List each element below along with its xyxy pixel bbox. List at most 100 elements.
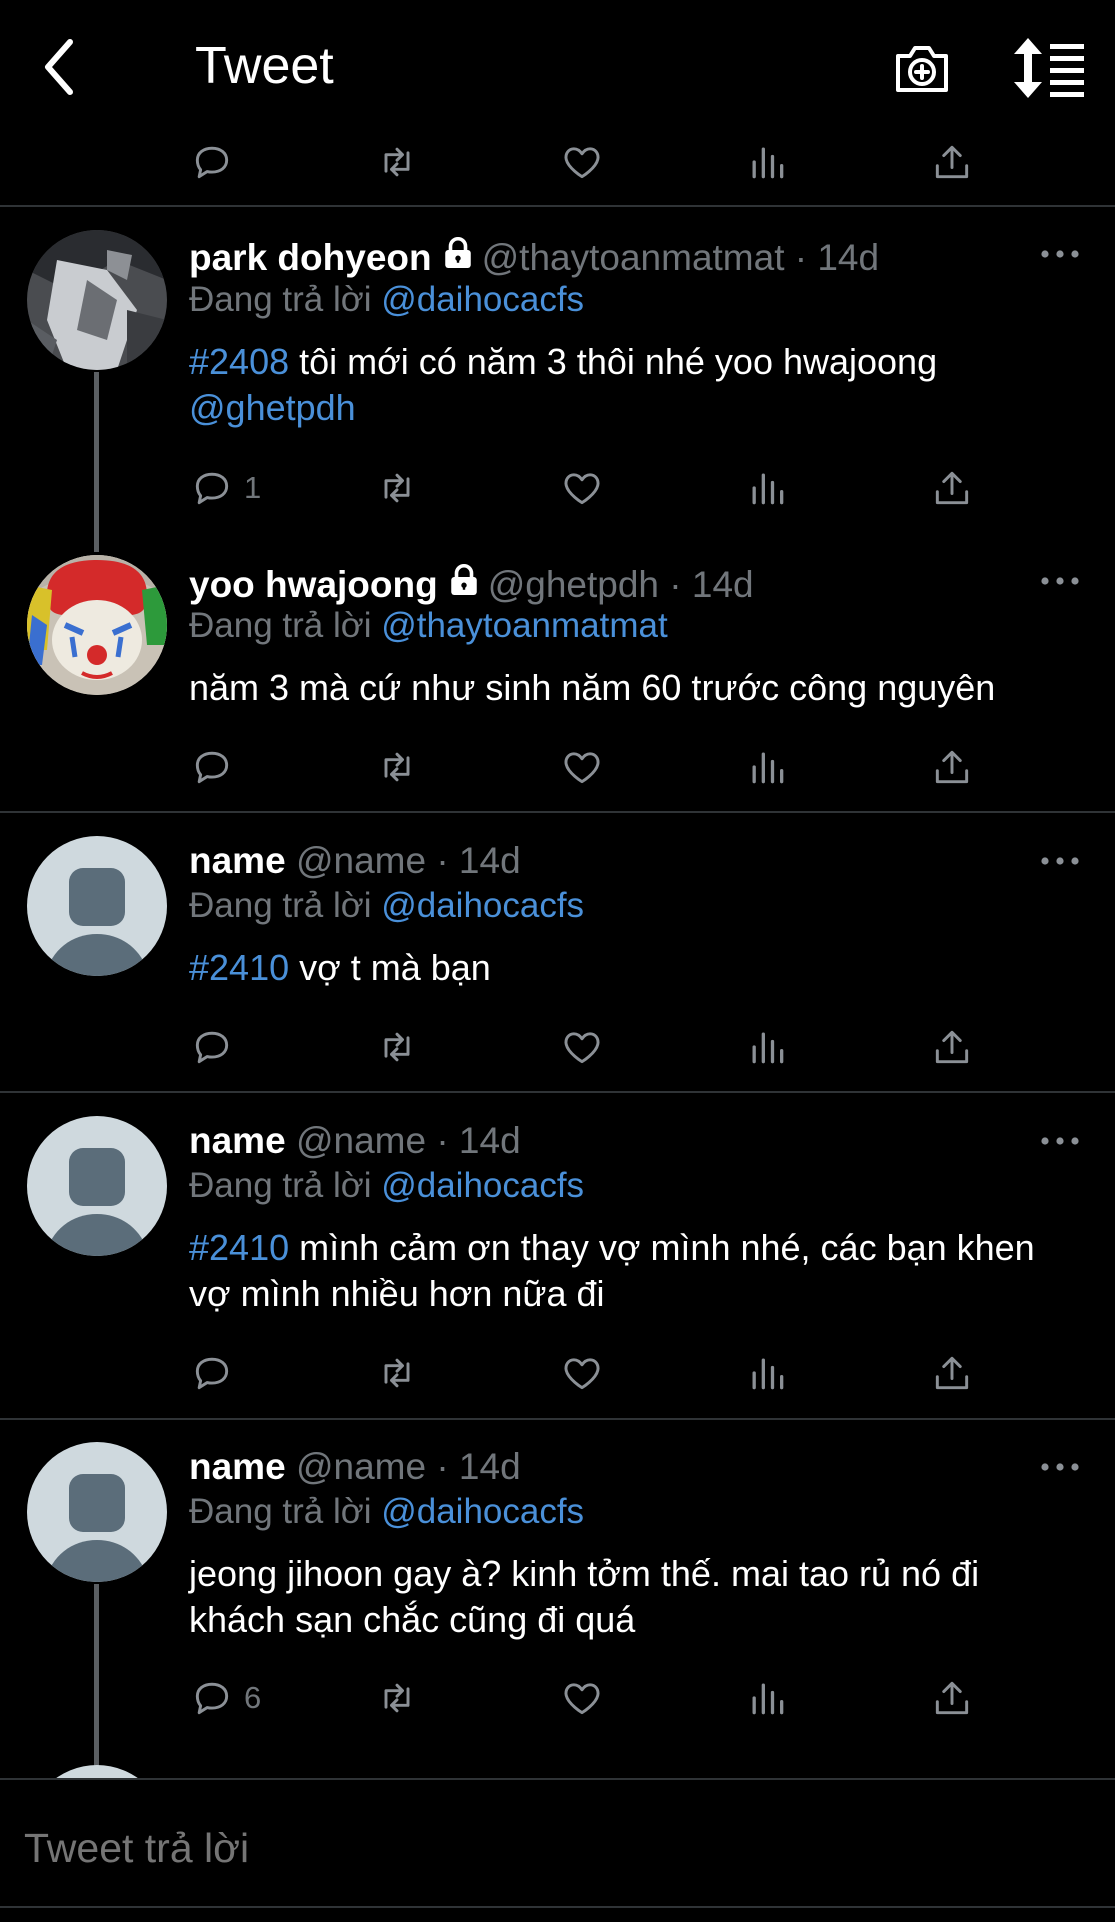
more-icon[interactable]: [1040, 851, 1080, 871]
mention[interactable]: @ghetpdh: [189, 387, 356, 428]
share-button[interactable]: [930, 1668, 974, 1728]
handle-time: @name · 14d: [295, 1120, 521, 1161]
retweet-button[interactable]: [375, 737, 419, 797]
display-name[interactable]: name: [189, 1120, 286, 1161]
sort-icon[interactable]: [1010, 36, 1086, 100]
retweet-icon: [375, 466, 419, 510]
tweet-text: #2410 vợ t mà bạn: [189, 945, 1079, 991]
tweet-header: park dohyeon @thaytoanmatmat · 14d: [189, 234, 879, 279]
reply-icon: [190, 1351, 234, 1395]
reply-button[interactable]: [190, 1017, 234, 1077]
share-icon: [930, 140, 974, 184]
more-icon[interactable]: [1040, 1131, 1080, 1151]
like-icon: [560, 745, 604, 789]
replying-to-mention[interactable]: @thaytoanmatmat: [381, 606, 668, 645]
like-icon: [560, 1351, 604, 1395]
like-icon: [560, 1676, 604, 1720]
replying-to-mention[interactable]: @daihocacfs: [381, 280, 584, 319]
views-button[interactable]: [745, 1017, 789, 1077]
retweet-icon: [375, 1351, 419, 1395]
replying-to-mention[interactable]: @daihocacfs: [381, 1492, 584, 1531]
divider: [0, 1418, 1115, 1420]
views-icon: [745, 745, 789, 789]
camera-plus-icon[interactable]: [890, 36, 954, 100]
reply-input[interactable]: [22, 1820, 1086, 1877]
replying-to: Đang trả lời @daihocacfs: [189, 280, 584, 320]
like-button[interactable]: [560, 1668, 604, 1728]
tweet-text: năm 3 mà cứ như sinh năm 60 trước công n…: [189, 665, 1079, 711]
like-button[interactable]: [560, 132, 604, 192]
lock-icon: [446, 561, 482, 599]
replying-to-mention[interactable]: @daihocacfs: [381, 886, 584, 925]
replying-to-mention[interactable]: @daihocacfs: [381, 1166, 584, 1205]
avatar[interactable]: [27, 1442, 167, 1582]
like-button[interactable]: [560, 1343, 604, 1403]
share-button[interactable]: [930, 1343, 974, 1403]
replying-to: Đang trả lời @thaytoanmatmat: [189, 606, 668, 646]
like-button[interactable]: [560, 458, 604, 518]
views-button[interactable]: [745, 458, 789, 518]
hashtag[interactable]: #2410: [189, 947, 289, 988]
share-icon: [930, 745, 974, 789]
tweet-actions: [0, 1343, 1115, 1403]
reply-count: 1: [244, 470, 262, 505]
views-icon: [745, 466, 789, 510]
avatar[interactable]: [27, 836, 167, 976]
views-button[interactable]: [745, 1343, 789, 1403]
like-button[interactable]: [560, 1017, 604, 1077]
share-icon: [930, 1676, 974, 1720]
retweet-button[interactable]: [375, 1668, 419, 1728]
retweet-button[interactable]: [375, 1343, 419, 1403]
avatar[interactable]: [27, 1116, 167, 1256]
divider: [0, 811, 1115, 813]
reply-button[interactable]: [190, 1343, 234, 1403]
share-button[interactable]: [930, 1017, 974, 1077]
display-name[interactable]: name: [189, 1446, 286, 1487]
retweet-button[interactable]: [375, 458, 419, 518]
replying-label: Đang trả lời: [189, 280, 372, 319]
hashtag[interactable]: #2408: [189, 341, 289, 382]
replying-label: Đang trả lời: [189, 606, 372, 645]
replying-to: Đang trả lời @daihocacfs: [189, 1166, 584, 1206]
retweet-button[interactable]: [375, 132, 419, 192]
reply-button[interactable]: [190, 737, 234, 797]
like-button[interactable]: [560, 737, 604, 797]
lock-icon: [440, 234, 476, 272]
tweet-header: name @name · 14d: [189, 1120, 521, 1162]
tweet-header: yoo hwajoong @ghetpdh · 14d: [189, 561, 754, 606]
display-name[interactable]: yoo hwajoong: [189, 564, 438, 605]
display-name[interactable]: name: [189, 840, 286, 881]
back-arrow-icon[interactable]: [36, 32, 116, 102]
replying-label: Đang trả lời: [189, 886, 372, 925]
handle-time: @thaytoanmatmat · 14d: [481, 237, 880, 278]
reply-icon: [190, 1676, 234, 1720]
like-icon: [560, 466, 604, 510]
share-icon: [930, 466, 974, 510]
replying-to: Đang trả lời @daihocacfs: [189, 1492, 584, 1532]
views-icon: [745, 1351, 789, 1395]
share-icon: [930, 1025, 974, 1069]
tweet-text-content: mình cảm ơn thay vợ mình nhé, các bạn kh…: [189, 1227, 1035, 1314]
retweet-icon: [375, 140, 419, 184]
views-button[interactable]: [745, 132, 789, 192]
more-icon[interactable]: [1040, 571, 1080, 591]
avatar[interactable]: [27, 555, 167, 695]
avatar[interactable]: [27, 230, 167, 370]
share-button[interactable]: [930, 458, 974, 518]
replying-to: Đang trả lời @daihocacfs: [189, 886, 584, 926]
tweet-text: jeong jihoon gay à? kinh tởm thế. mai ta…: [189, 1551, 1079, 1643]
views-button[interactable]: [745, 1668, 789, 1728]
share-button[interactable]: [930, 132, 974, 192]
share-button[interactable]: [930, 737, 974, 797]
reply-button[interactable]: 6: [190, 1668, 261, 1728]
retweet-button[interactable]: [375, 1017, 419, 1077]
display-name[interactable]: park dohyeon: [189, 237, 432, 278]
more-icon[interactable]: [1040, 244, 1080, 264]
hashtag[interactable]: #2410: [189, 1227, 289, 1268]
more-icon[interactable]: [1040, 1457, 1080, 1477]
reply-button[interactable]: [190, 132, 234, 192]
tweet-text-content: tôi mới có năm 3 thôi nhé yoo hwajoong: [289, 341, 938, 382]
views-button[interactable]: [745, 737, 789, 797]
reply-button[interactable]: 1: [190, 458, 261, 518]
views-icon: [745, 1025, 789, 1069]
